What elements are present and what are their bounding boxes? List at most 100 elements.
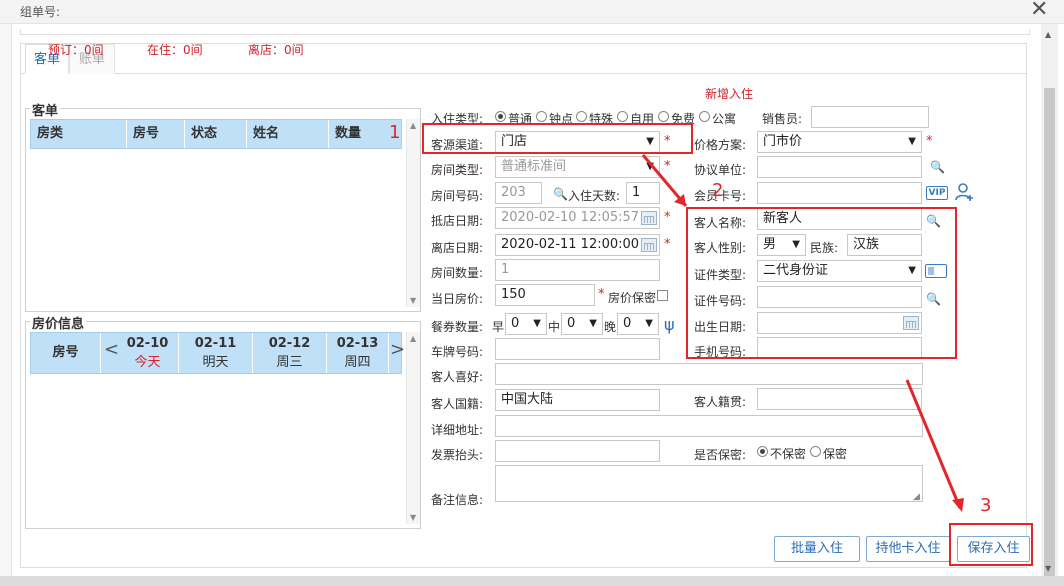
room-count-input[interactable]: 1	[495, 259, 660, 281]
price-day-4[interactable]: 02-13 周四	[327, 333, 389, 373]
stay-type-radio-self-use[interactable]	[617, 111, 628, 122]
nationality-input[interactable]: 中国大陆	[495, 389, 660, 411]
price-info-scrollbar[interactable]: ▲ ▼	[406, 332, 420, 524]
room-count-label: 房间数量:	[431, 266, 484, 280]
cutlery-icon[interactable]: ψ	[664, 315, 675, 334]
confidential-radio-no[interactable]	[757, 446, 768, 457]
meal-dinner-select[interactable]: 0 ▼	[617, 313, 659, 335]
salesperson-label: 销售员:	[762, 112, 803, 126]
scrollbar-thumb[interactable]	[1044, 88, 1055, 578]
room-no-label: 房间号码:	[431, 189, 484, 203]
scroll-down-icon[interactable]: ▼	[1045, 564, 1051, 573]
price-day-label: 今天	[134, 355, 161, 370]
col-name[interactable]: 姓名	[247, 120, 329, 148]
price-day-3[interactable]: 02-12 周三	[253, 333, 327, 373]
confidential-option: 不保密	[770, 447, 807, 461]
room-no-input[interactable]: 203	[495, 182, 542, 204]
chevron-down-icon: ▼	[533, 318, 541, 329]
hobby-label: 客人喜好:	[431, 370, 484, 384]
room-type-select[interactable]: 普通标准间 ▼	[495, 156, 660, 178]
price-day-label: 明天	[202, 355, 229, 370]
chevron-down-icon: ▼	[645, 318, 653, 329]
scroll-up-icon[interactable]: ▲	[1045, 30, 1051, 39]
confidential-label: 是否保密:	[694, 448, 747, 462]
annotation-box-1	[422, 123, 693, 154]
price-calendar-header: 房号 < 02-10 今天 02-11 明天 02-12 周三 02-13 周四…	[30, 332, 405, 374]
origin-input[interactable]	[757, 388, 922, 410]
add-person-icon[interactable]	[955, 182, 975, 202]
col-room-no[interactable]: 房号	[127, 120, 185, 148]
price-secret-label: 房价保密	[608, 291, 657, 305]
nights-input[interactable]: 1	[626, 182, 660, 204]
stay-type-radio-hourly[interactable]	[536, 111, 547, 122]
confidential-radio-yes[interactable]	[810, 446, 821, 457]
meal-breakfast-label: 早	[492, 320, 505, 334]
price-secret-checkbox[interactable]	[657, 290, 668, 301]
price-day-2[interactable]: 02-11 明天	[179, 333, 253, 373]
meal-lunch-value: 0	[567, 316, 576, 331]
scroll-up-icon[interactable]: ▲	[410, 121, 416, 130]
invoice-label: 发票抬头:	[431, 448, 484, 462]
price-plan-select[interactable]: 门市价 ▼	[757, 131, 922, 153]
guest-list-scrollbar[interactable]: ▲ ▼	[406, 119, 420, 307]
remarks-textarea[interactable]	[495, 465, 923, 502]
price-day-date: 02-13	[336, 336, 379, 351]
required-mark: *	[664, 237, 671, 252]
day-price-input[interactable]: 150	[495, 284, 595, 306]
required-mark: *	[664, 159, 671, 174]
price-plan-label: 价格方案:	[694, 138, 747, 152]
scroll-down-icon[interactable]: ▼	[410, 513, 416, 522]
next-date-icon[interactable]: >	[390, 339, 405, 360]
day-price-label: 当日房价:	[431, 292, 484, 306]
member-card-input[interactable]	[757, 182, 922, 204]
annotation-box-2	[686, 207, 957, 359]
vip-icon[interactable]: VIP	[926, 186, 948, 200]
salesperson-input[interactable]	[811, 106, 929, 128]
price-day-1[interactable]: 02-10 今天	[117, 333, 179, 373]
nationality-label: 客人国籍:	[431, 397, 484, 411]
search-icon[interactable]: 🔍	[930, 160, 945, 174]
address-input[interactable]	[495, 415, 923, 437]
price-plan-value: 门市价	[763, 134, 803, 149]
meal-breakfast-select[interactable]: 0 ▼	[505, 313, 547, 335]
stay-type-radio-special[interactable]	[576, 111, 587, 122]
scroll-down-icon[interactable]: ▼	[410, 296, 416, 305]
group-order-dialog: 组单号: ✕ ▲ ▼ 客单 账单 预订：0间 在住：0间 离店：0间 新增入住 …	[0, 0, 1064, 586]
arrival-date-input[interactable]: 2020-02-10 12:05:57	[495, 207, 660, 229]
chevron-down-icon: ▼	[908, 136, 916, 147]
stay-type-radio-normal[interactable]	[495, 111, 506, 122]
departure-date-input[interactable]: 2020-02-11 12:00:00	[495, 234, 660, 256]
close-icon[interactable]: ✕	[1030, 0, 1048, 22]
price-day-label: 周三	[276, 355, 303, 370]
stay-type-radio-apartment[interactable]	[699, 111, 710, 122]
stay-type-option: 公寓	[712, 112, 737, 126]
plate-input[interactable]	[495, 338, 660, 360]
batch-checkin-button[interactable]: 批量入住	[774, 536, 860, 562]
price-room-label: 房号	[31, 333, 101, 373]
hobby-input[interactable]	[495, 363, 923, 385]
plate-label: 车牌号码:	[431, 345, 484, 359]
scroll-up-icon[interactable]: ▲	[410, 334, 416, 343]
departed-count: 离店：0间	[248, 43, 304, 57]
address-label: 详细地址:	[431, 423, 484, 437]
top-separator	[20, 29, 1030, 35]
resize-handle-icon[interactable]: ◢	[913, 492, 920, 502]
calendar-icon[interactable]	[641, 211, 657, 225]
room-type-label: 房间类型:	[431, 163, 484, 177]
guest-list-legend: 客单	[30, 100, 61, 119]
other-card-checkin-button[interactable]: 持他卡入住	[866, 536, 950, 562]
stay-type-radio-free[interactable]	[658, 111, 669, 122]
invoice-input[interactable]	[495, 440, 660, 462]
guest-table-header: 房类 房号 状态 姓名 数量	[30, 119, 403, 149]
agreement-input[interactable]	[757, 156, 922, 178]
search-icon[interactable]: 🔍	[553, 187, 568, 201]
confidential-option: 保密	[823, 447, 848, 461]
meal-lunch-select[interactable]: 0 ▼	[561, 313, 603, 335]
col-status[interactable]: 状态	[185, 120, 247, 148]
price-day-date: 02-10	[126, 336, 169, 351]
required-mark: *	[598, 287, 605, 302]
meal-dinner-label: 晚	[604, 320, 617, 334]
dialog-scrollbar[interactable]: ▲ ▼	[1041, 24, 1058, 586]
calendar-icon[interactable]	[641, 238, 657, 252]
col-room-type[interactable]: 房类	[31, 120, 127, 148]
